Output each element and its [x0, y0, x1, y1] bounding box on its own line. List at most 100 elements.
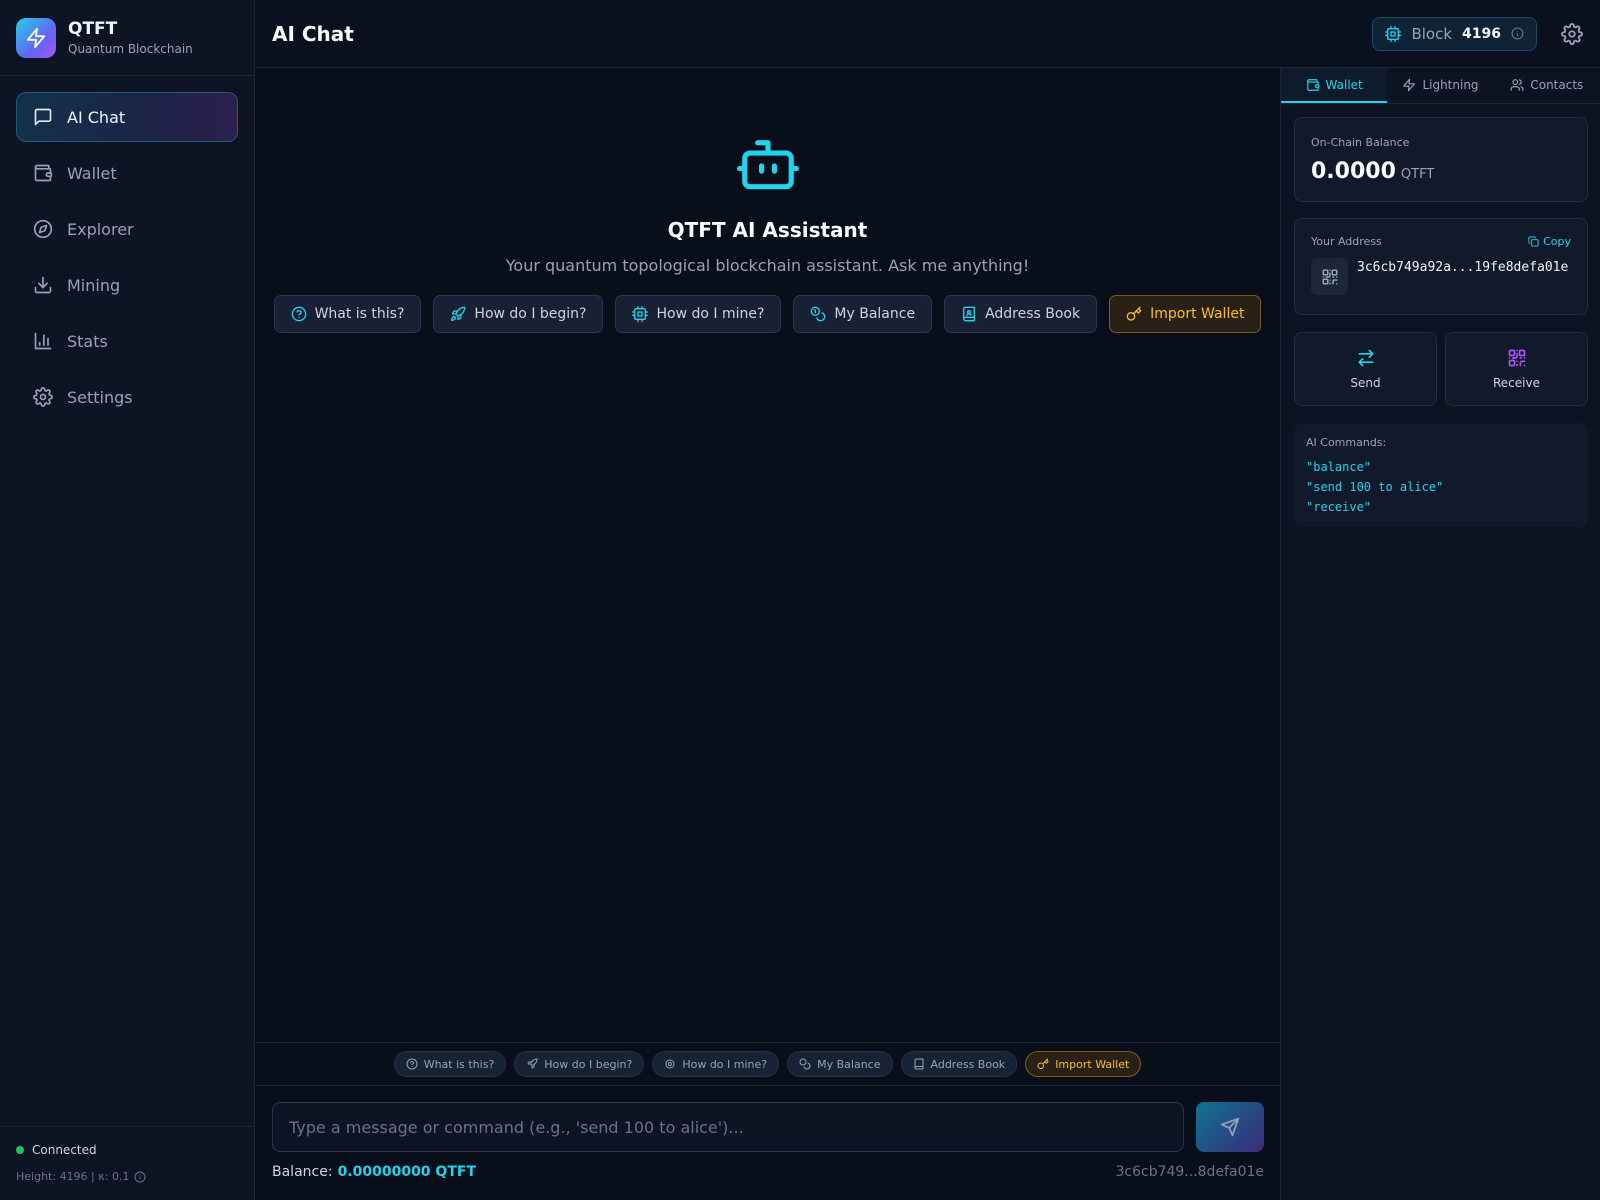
balance-unit: QTFT [1400, 167, 1435, 182]
assistant-title: QTFT AI Assistant [667, 218, 868, 242]
tab-contacts[interactable]: Contacts [1494, 68, 1600, 103]
connection-label: Connected [32, 1143, 97, 1157]
chip-how-begin[interactable]: How do I begin? [514, 1051, 645, 1077]
ai-command-item: "receive" [1306, 500, 1372, 514]
bar-chart-icon [33, 331, 53, 351]
ai-command-item: "send 100 to alice" [1306, 480, 1444, 494]
chip-import-wallet[interactable]: Import Wallet [1025, 1051, 1142, 1077]
lightning-icon[interactable] [16, 17, 56, 58]
sidebar-item-mining[interactable]: Mining [16, 260, 238, 310]
sidebar-item-label: Settings [67, 387, 133, 407]
send-label: Send [1350, 376, 1381, 390]
chip-how-mine[interactable]: How do I mine? [652, 1051, 780, 1077]
address-short: 3c6cb749...8defa01e [1115, 1164, 1264, 1180]
brand: QTFT Quantum Blockchain [0, 0, 254, 76]
gear-icon [33, 387, 53, 407]
receive-button[interactable]: Receive [1445, 332, 1588, 406]
chain-height: Height: 4196 | κ: 0.1 [16, 1170, 130, 1183]
info-icon[interactable] [134, 1171, 146, 1183]
sidebar: QTFT Quantum Blockchain AI Chat Wallet E… [0, 0, 255, 1200]
rocket-icon [526, 1058, 538, 1070]
chip-my-balance[interactable]: My Balance [787, 1051, 893, 1077]
quick-action-import-wallet[interactable]: Import Wallet [1109, 295, 1262, 333]
qr-code-button[interactable] [1311, 258, 1348, 295]
balance-label: Balance: [272, 1164, 333, 1180]
settings-gear-icon[interactable] [1561, 22, 1583, 45]
sidebar-item-label: Explorer [67, 219, 134, 239]
wallet-panel: Wallet Lightning Contacts On-Chain Balan… [1280, 68, 1600, 1200]
robot-icon [736, 140, 799, 192]
send-icon [1220, 1117, 1240, 1137]
sidebar-item-stats[interactable]: Stats [16, 316, 238, 366]
info-icon[interactable] [1511, 27, 1524, 40]
quick-action-label: Address Book [985, 306, 1081, 322]
sidebar-item-label: AI Chat [67, 107, 126, 127]
quick-action-label: How do I mine? [656, 306, 765, 322]
compass-icon [33, 219, 53, 239]
sidebar-nav: AI Chat Wallet Explorer Mining Stats Set… [0, 76, 254, 422]
coins-icon [810, 306, 826, 322]
tab-lightning[interactable]: Lightning [1387, 68, 1493, 103]
quick-action-label: How do I begin? [474, 306, 587, 322]
book-icon [961, 306, 977, 322]
balance-amount: 0.0000 [1311, 159, 1396, 184]
quick-action-address-book[interactable]: Address Book [944, 295, 1098, 333]
chip-label: Import Wallet [1055, 1057, 1130, 1071]
tab-label: Lightning [1422, 77, 1479, 92]
message-input[interactable] [272, 1102, 1184, 1152]
balance-card: On-Chain Balance 0.0000 QTFT [1294, 117, 1588, 202]
app-name: QTFT [68, 19, 118, 39]
wallet-icon [33, 163, 53, 183]
copy-label: Copy [1543, 235, 1571, 248]
wallet-status-bar: Balance: 0.00000000 QTFT 3c6cb749...8def… [272, 1164, 1264, 1180]
qr-code-icon [1321, 268, 1339, 286]
block-number: 4196 [1462, 25, 1501, 42]
quick-action-what-is-this[interactable]: What is this? [273, 295, 422, 333]
chip-label: Address Book [930, 1057, 1006, 1071]
ai-commands-title: AI Commands: [1306, 436, 1387, 449]
help-circle-icon [291, 306, 307, 322]
status-dot [16, 1146, 24, 1154]
tab-label: Contacts [1530, 77, 1584, 92]
ai-commands-card: AI Commands: "balance" "send 100 to alic… [1294, 423, 1588, 527]
composer [272, 1102, 1264, 1152]
welcome-panel: QTFT AI Assistant Your quantum topologic… [255, 68, 1280, 333]
help-circle-icon [406, 1058, 418, 1070]
send-button[interactable]: Send [1294, 332, 1437, 406]
sidebar-item-wallet[interactable]: Wallet [16, 148, 238, 198]
copy-icon [1528, 236, 1539, 247]
block-height-badge[interactable]: Block 4196 [1372, 16, 1537, 51]
wallet-icon [1306, 78, 1320, 92]
address-card-label: Your Address [1311, 235, 1382, 248]
wallet-panel-tabs: Wallet Lightning Contacts [1281, 68, 1600, 104]
coins-icon [799, 1058, 811, 1070]
qr-code-icon [1507, 348, 1527, 368]
quick-action-my-balance[interactable]: My Balance [793, 295, 933, 333]
chip-label: My Balance [817, 1057, 881, 1071]
balance-value: 0.00000000 QTFT [337, 1164, 476, 1180]
receive-label: Receive [1493, 376, 1540, 390]
send-message-button[interactable] [1196, 1102, 1264, 1152]
assistant-subtitle: Your quantum topological blockchain assi… [505, 256, 1030, 275]
chip-what-is-this[interactable]: What is this? [393, 1051, 507, 1077]
gear-icon [664, 1058, 676, 1070]
quick-action-label: Import Wallet [1150, 306, 1245, 322]
sidebar-item-settings[interactable]: Settings [16, 372, 238, 422]
sidebar-item-explorer[interactable]: Explorer [16, 204, 238, 254]
book-icon [913, 1058, 925, 1070]
quick-action-how-mine[interactable]: How do I mine? [615, 295, 782, 333]
chip-address-book[interactable]: Address Book [900, 1051, 1018, 1077]
rocket-icon [450, 306, 466, 322]
chip-label: What is this? [423, 1057, 495, 1071]
suggestion-chips: What is this? How do I begin? How do I m… [255, 1042, 1280, 1086]
chip-label: How do I begin? [544, 1057, 633, 1071]
tab-wallet[interactable]: Wallet [1281, 68, 1388, 103]
copy-address-button[interactable]: Copy [1528, 235, 1571, 248]
app-subtitle: Quantum Blockchain [68, 42, 193, 56]
quick-action-how-begin[interactable]: How do I begin? [433, 295, 604, 333]
page-title: AI Chat [272, 21, 354, 46]
sidebar-item-ai-chat[interactable]: AI Chat [16, 92, 238, 142]
ai-command-item: "balance" [1306, 460, 1372, 474]
connection-status: Connected Height: 4196 | κ: 0.1 [0, 1126, 254, 1200]
key-icon [1126, 306, 1142, 322]
